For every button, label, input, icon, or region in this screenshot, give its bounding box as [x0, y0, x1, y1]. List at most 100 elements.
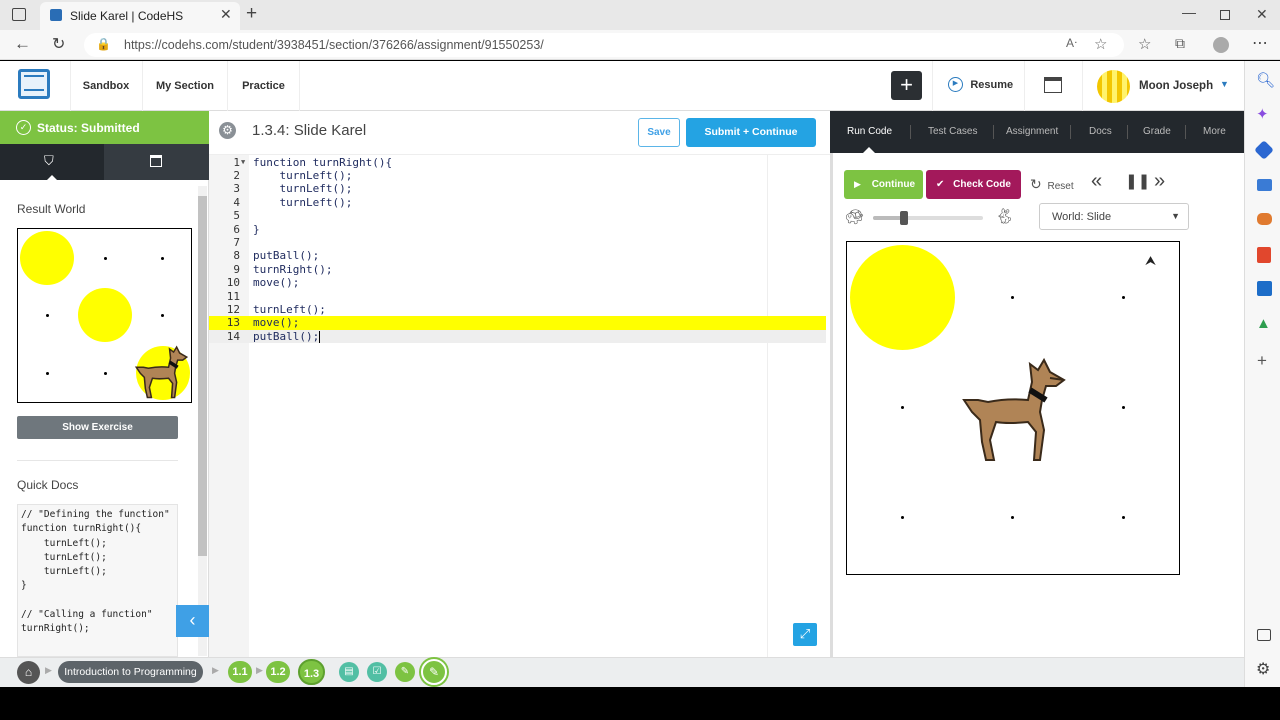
lesson-pencil-active-icon[interactable]: ✎ [421, 659, 447, 685]
code-line[interactable]: 9 turnRight(); [209, 263, 826, 276]
settings-gear-icon[interactable]: ⚙ [1256, 659, 1270, 679]
code-line[interactable]: 6} [209, 223, 826, 236]
code-line[interactable]: 12 turnLeft(); [209, 303, 826, 316]
submit-continue-button[interactable]: Submit + Continue [686, 118, 816, 147]
codehs-header: Sandbox My Section Practice + ▶ Resume M… [0, 61, 1244, 111]
line-number: 2 [233, 168, 240, 182]
speed-slider-handle[interactable] [899, 211, 908, 225]
settings-gear-icon[interactable]: ⚙ [219, 122, 236, 139]
code-line[interactable]: 3 turnLeft(); [209, 182, 826, 195]
step-forward-icon[interactable]: » [1154, 170, 1165, 193]
code-line[interactable]: 10 move(); [209, 276, 826, 289]
code-line[interactable]: 7 [209, 236, 826, 249]
nav-my-section[interactable]: My Section [143, 61, 228, 111]
back-icon[interactable]: ← [14, 34, 31, 54]
world-select[interactable]: World: Slide ▼ [1039, 203, 1189, 230]
code-line[interactable]: 11 [209, 290, 826, 303]
tab-assignment[interactable]: Assignment [1006, 111, 1058, 153]
left-icon-tabs: ⛉ [0, 144, 209, 180]
copilot-icon[interactable]: ✦ [1256, 105, 1269, 123]
tab-docs[interactable]: Docs [1089, 111, 1112, 153]
karel-dog-icon [962, 357, 1066, 461]
code-text: turnLeft(); [253, 195, 353, 209]
new-tab-icon[interactable]: + [246, 3, 257, 25]
minimize-icon[interactable]: — [1182, 4, 1196, 20]
lesson-check-icon[interactable]: ☑ [367, 662, 387, 682]
codehs-logo[interactable] [18, 69, 50, 99]
shopping-icon[interactable] [1254, 140, 1274, 160]
tab-grade[interactable]: Grade [1143, 111, 1171, 153]
step-back-icon[interactable]: « [1091, 170, 1102, 193]
code-line[interactable]: 13 move(); [209, 316, 826, 330]
reset-button[interactable]: ↻ Reset [1030, 176, 1074, 194]
user-avatar[interactable] [1097, 70, 1130, 103]
url-field[interactable]: 🔒 https://codehs.com/student/3938451/sec… [84, 33, 1124, 57]
code-line[interactable]: 1 ▼ function turnRight(){ [209, 156, 826, 169]
course-pill[interactable]: Introduction to Programming [58, 661, 203, 683]
code-line[interactable]: 14 putBall(); [209, 329, 826, 344]
collapse-panel-button[interactable]: ‹ [176, 605, 209, 637]
unit-pill-1-2[interactable]: 1.2 [266, 661, 290, 683]
favorite-add-icon[interactable]: ☆ [1094, 35, 1107, 53]
search-icon[interactable]: 🔍︎ [1256, 71, 1275, 89]
tab-close-icon[interactable]: ✕ [220, 6, 232, 23]
pause-icon[interactable]: ❚❚ [1125, 172, 1150, 190]
add-button[interactable]: + [891, 71, 922, 100]
quick-docs-line: turnLeft(); [21, 551, 107, 563]
code-text: function turnRight(){ [253, 155, 393, 169]
line-number: 13 [226, 316, 240, 330]
show-exercise-button[interactable]: Show Exercise [17, 416, 178, 439]
slow-turtle-icon: 🐢︎ [845, 209, 865, 226]
line-number: 11 [226, 289, 240, 303]
outlook-icon[interactable] [1257, 281, 1272, 296]
code-editor[interactable]: 1 ▼ function turnRight(){2 turnLeft(); 3 tu… [209, 155, 830, 657]
tab-actions-icon[interactable] [12, 8, 26, 21]
tree-icon[interactable]: ▲ [1256, 315, 1271, 332]
unit-pill-1-1[interactable]: 1.1 [228, 661, 252, 683]
home-button[interactable]: ⌂ [17, 661, 40, 684]
close-window-icon[interactable]: ✕ [1256, 6, 1268, 23]
check-code-button[interactable]: ✔ Check Code [926, 170, 1021, 199]
resume-button[interactable]: ▶ Resume [948, 77, 1013, 97]
browser-addressbar: ← ↻ 🔒 https://codehs.com/student/3938451… [0, 30, 1280, 60]
add-sidebar-app-icon[interactable]: + [1257, 351, 1267, 371]
collections-icon[interactable]: ⧉ [1175, 35, 1185, 52]
office-icon[interactable] [1257, 247, 1271, 263]
save-button[interactable]: Save [638, 118, 680, 147]
maximize-icon[interactable] [1220, 10, 1230, 20]
window-layout-icon[interactable] [1044, 77, 1062, 93]
site-info-icon[interactable]: 🔒 [96, 37, 111, 51]
games-icon[interactable] [1257, 213, 1272, 225]
favorites-icon[interactable]: ☆ [1138, 35, 1151, 53]
refresh-icon[interactable]: ↻ [52, 34, 65, 54]
code-line[interactable]: 5 [209, 209, 826, 222]
more-menu-icon[interactable]: ⋯ [1252, 33, 1268, 53]
left-scrollbar[interactable] [198, 186, 207, 656]
tab-test-cases[interactable]: Test Cases [928, 111, 977, 153]
continue-button[interactable]: ▶ Continue [844, 170, 923, 199]
user-name[interactable]: Moon Joseph [1139, 80, 1213, 92]
lesson-doc-icon[interactable]: ▤ [339, 662, 359, 682]
code-line[interactable]: 8 putBall(); [209, 249, 826, 262]
code-lines[interactable]: 1 ▼ function turnRight(){2 turnLeft(); 3 tu… [209, 155, 826, 657]
code-text: putBall(); [253, 249, 320, 263]
breadcrumb-arrow-icon: ▶ [256, 665, 263, 675]
code-line[interactable]: 4 turnLeft(); [209, 196, 826, 209]
browser-tab[interactable]: Slide Karel | CodeHS ✕ [40, 2, 240, 30]
code-line[interactable]: 2 turnLeft(); [209, 169, 826, 182]
split-screen-icon[interactable] [1257, 629, 1271, 641]
speed-slider[interactable] [873, 211, 983, 225]
fullscreen-button[interactable]: ⤢ [793, 623, 817, 646]
tools-icon[interactable] [1257, 179, 1272, 191]
user-menu-chevron-icon[interactable]: ▼ [1220, 79, 1229, 89]
tab-more[interactable]: More [1203, 111, 1226, 153]
lesson-pencil-icon[interactable]: ✎ [395, 662, 415, 682]
read-aloud-icon[interactable]: Aᐧ [1066, 36, 1077, 50]
profile-avatar[interactable] [1213, 37, 1229, 53]
nav-practice[interactable]: Practice [228, 61, 300, 111]
tab-calendar[interactable] [104, 144, 209, 180]
fold-arrow-icon[interactable]: ▼ [241, 156, 245, 169]
nav-sandbox[interactable]: Sandbox [70, 61, 143, 111]
unit-pill-1-3[interactable]: 1.3 [298, 659, 325, 685]
tab-map[interactable]: ⛉ [0, 144, 104, 180]
